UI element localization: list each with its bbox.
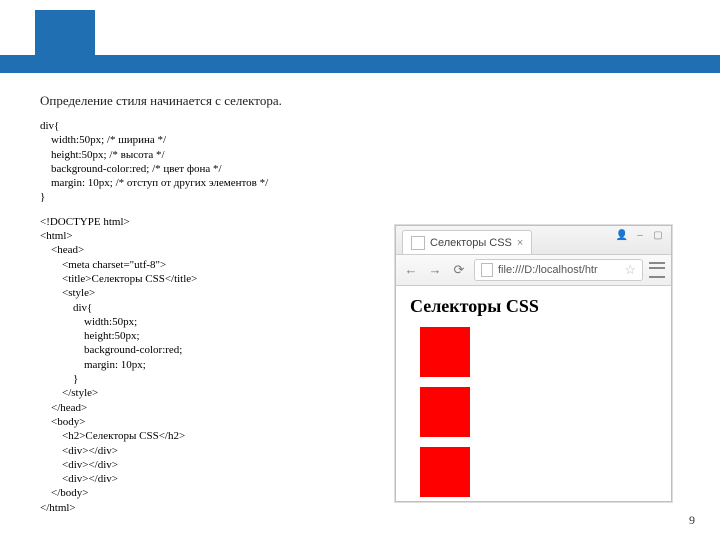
address-bar[interactable]: file:///D:/localhost/htr ☆ xyxy=(474,259,643,281)
maximize-icon[interactable]: ▢ xyxy=(651,230,665,242)
bookmark-icon[interactable]: ☆ xyxy=(624,262,636,278)
red-box xyxy=(420,447,470,497)
red-box xyxy=(420,387,470,437)
menu-icon[interactable] xyxy=(649,262,665,278)
page-number: 9 xyxy=(689,513,695,528)
css-code-example: div{ width:50px; /* ширина */ height:50p… xyxy=(40,119,680,205)
page-heading: Селекторы CSS xyxy=(410,296,657,317)
slide-title: Основы CSS3 xyxy=(105,22,257,48)
back-icon[interactable]: ← xyxy=(402,261,420,279)
reload-icon[interactable]: ⟳ xyxy=(450,261,468,279)
user-icon[interactable]: 👤 xyxy=(615,230,629,242)
document-icon xyxy=(481,263,493,277)
browser-viewport: Селекторы CSS xyxy=(396,286,671,517)
browser-window: Селекторы CSS × 👤 – ▢ ← → ⟳ file:///D:/l… xyxy=(395,225,672,502)
close-icon[interactable]: × xyxy=(517,237,523,249)
browser-toolbar: ← → ⟳ file:///D:/localhost/htr ☆ xyxy=(396,255,671,286)
minimize-icon[interactable]: – xyxy=(633,230,647,242)
header-accent-block xyxy=(35,10,95,73)
header-accent-bar xyxy=(0,55,720,73)
intro-text: Определение стиля начинается с селектора… xyxy=(40,93,680,109)
page-icon xyxy=(411,236,425,250)
browser-tab[interactable]: Селекторы CSS × xyxy=(402,230,532,254)
browser-tabbar: Селекторы CSS × 👤 – ▢ xyxy=(396,226,671,255)
forward-icon[interactable]: → xyxy=(426,261,444,279)
window-controls: 👤 – ▢ xyxy=(615,230,665,242)
url-text: file:///D:/localhost/htr xyxy=(498,264,619,276)
red-box xyxy=(420,327,470,377)
tab-title: Селекторы CSS xyxy=(430,237,512,249)
